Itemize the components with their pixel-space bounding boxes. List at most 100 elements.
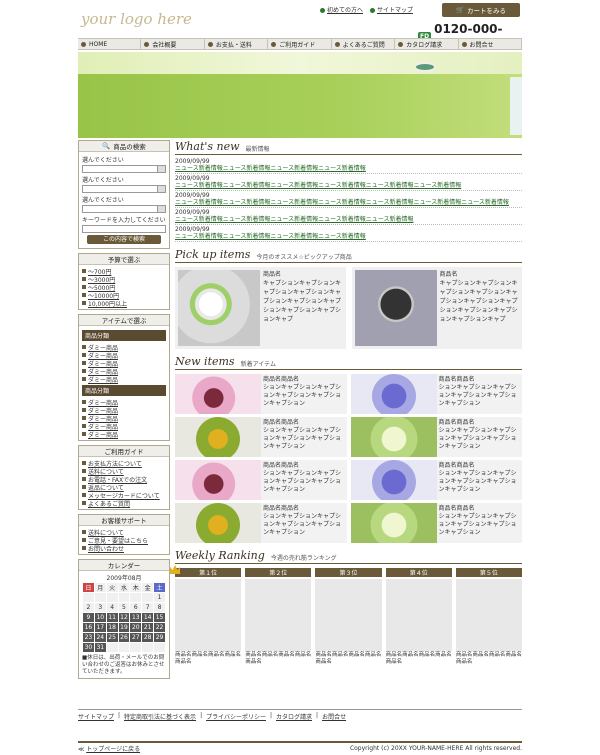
new-item[interactable]: 商品名商品名 ションキャプションキャプションキャプションキャプションキャプション — [350, 374, 522, 414]
support-link[interactable]: お問い合わせ — [82, 544, 166, 553]
calendar-day: 19 — [117, 622, 131, 633]
calendar-day: 2 — [82, 602, 95, 613]
support-box: お客様サポート 送料について ご意見・要望はこちら お問い合わせ — [78, 514, 170, 555]
news-link[interactable]: ニュース新着情報ニュース新着情報ニュース新着情報ニュース新着情報 — [175, 165, 522, 174]
rank-item[interactable]: 第２位 商品名商品名商品名商品名商品名 — [245, 568, 312, 666]
new-item[interactable]: 商品名商品名 ションキャプションキャプションキャプションキャプションキャプション — [350, 460, 522, 500]
rank-item[interactable]: 第３位 商品名商品名商品名商品名商品名 — [315, 568, 382, 666]
footer-law-link[interactable]: 特定商取引法に基づく表示 — [124, 712, 196, 721]
calendar-day: 31 — [93, 642, 107, 653]
rank-image[interactable] — [315, 579, 382, 651]
search-box-title: 商品の検索 — [113, 143, 146, 151]
product-image[interactable] — [178, 270, 260, 346]
new-item[interactable]: 商品名商品名 ションキャプションキャプションキャプションキャプションキャプション — [350, 503, 522, 543]
product-image[interactable] — [175, 460, 261, 500]
nav-catalog[interactable]: カタログ請求 — [395, 39, 459, 49]
new-item[interactable]: 商品名商品名 ションキャプションキャプションキャプションキャプションキャプション — [350, 417, 522, 457]
bottom-bar: ≪ トップページに戻る Copyright (c) 20XX YOUR-NAME… — [78, 741, 522, 753]
budget-item[interactable]: 10,000円以上 — [82, 299, 166, 308]
search-box-header: 🔍 商品の検索 — [79, 141, 169, 152]
news-link[interactable]: ニュース新着情報ニュース新着情報ニュース新着情報ニュース新着情報 — [175, 233, 522, 242]
news-date: 2009/09/99 — [175, 209, 210, 216]
new-item[interactable]: 商品名商品名 ションキャプションキャプションキャプションキャプションキャプション — [175, 417, 347, 457]
nav-home[interactable]: HOME — [78, 39, 142, 49]
ranking-subtitle: 今週の売れ筋ランキング — [270, 555, 337, 562]
product-image[interactable] — [175, 417, 261, 457]
rank-item[interactable]: 第５位商品名商品名商品名商品名商品名 — [455, 568, 523, 666]
cart-label: カートをみる — [467, 7, 507, 15]
rank-caption[interactable]: 商品名商品名商品名商品名商品名 — [315, 652, 381, 666]
product-image[interactable] — [175, 503, 261, 543]
calendar-day: 3 — [93, 602, 107, 613]
product-image[interactable] — [350, 503, 437, 543]
product-name: 商品名商品名 — [438, 462, 475, 469]
search-icon: 🔍 — [102, 142, 111, 150]
nav-contact[interactable]: お問合せ — [459, 39, 522, 49]
rank-label: 第５位 — [455, 568, 523, 577]
nav-payment[interactable]: お支払・送料 — [205, 39, 269, 49]
rank-caption[interactable]: 商品名商品名商品名商品名商品名 — [456, 652, 522, 666]
product-image[interactable] — [350, 417, 437, 457]
pickup-header: Pick up items 今月のオススメ☆ピックアップ商品 — [175, 248, 522, 263]
bullet-icon — [82, 293, 86, 297]
bullet-icon — [82, 353, 86, 357]
new-item[interactable]: 商品名商品名 ションキャプションキャプションキャプションキャプションキャプション — [175, 460, 347, 500]
pickup-item[interactable]: 商品名 キャプションキャプションキャプションキャプションキャプションキャプションキ… — [175, 267, 346, 349]
calendar-day — [105, 642, 119, 653]
back-to-top-link[interactable]: ≪ トップページに戻る — [78, 744, 140, 753]
calendar-day — [141, 642, 155, 653]
news-link[interactable]: ニュース新着情報ニュース新着情報ニュース新着情報ニュース新着情報ニュース新着情報… — [175, 199, 522, 208]
rank-image[interactable] — [385, 579, 452, 651]
footer-contact-link[interactable]: お問合せ — [322, 712, 346, 721]
news-date: 2009/09/99 — [175, 226, 210, 233]
nav-guide[interactable]: ご利用ガイド — [268, 39, 332, 49]
product-image[interactable] — [350, 460, 437, 500]
bullet-icon — [82, 493, 86, 497]
search-select-1[interactable] — [82, 165, 166, 173]
arrow-icon — [81, 41, 86, 47]
search-button[interactable]: この内容で検索 — [87, 235, 161, 244]
rank-image[interactable] — [455, 579, 523, 651]
item-link[interactable]: ダミー商品 — [82, 430, 166, 439]
footer-catalog-link[interactable]: カタログ請求 — [276, 712, 312, 721]
cart-button[interactable]: 🛒 カートをみる — [442, 3, 520, 17]
rank-image[interactable] — [245, 579, 312, 651]
arrow-icon — [207, 41, 213, 47]
search-box: 🔍 商品の検索 選んでください 選んでください 選んでください キーワードを入力し… — [78, 140, 170, 249]
product-image[interactable] — [354, 270, 437, 346]
calendar-day: 21 — [141, 622, 155, 633]
guide-link[interactable]: よくあるご質問 — [82, 499, 166, 508]
nav-company[interactable]: 会社概要 — [141, 39, 205, 49]
new-item[interactable]: 商品名商品名 ションキャプションキャプションキャプションキャプションキャプション — [175, 374, 347, 414]
news-link[interactable]: ニュース新着情報ニュース新着情報ニュース新着情報ニュース新着情報ニュース新着情報 — [175, 216, 522, 225]
calendar-day — [141, 592, 155, 603]
product-image[interactable] — [175, 374, 261, 414]
new-item[interactable]: 商品名商品名 ションキャプションキャプションキャプションキャプションキャプション — [175, 503, 347, 543]
page-wrapper: your logo here 初めての方へ サイトマップ 🛒 カートをみる FD 0… — [78, 0, 523, 755]
bullet-icon — [82, 530, 86, 534]
site-logo[interactable]: your logo here — [81, 10, 192, 28]
rank-image[interactable] — [175, 579, 242, 651]
product-image[interactable] — [350, 374, 437, 414]
news-link[interactable]: ニュース新着情報ニュース新着情報ニュース新着情報ニュース新着情報ニュース新着情報… — [175, 182, 522, 191]
footer-sitemap-link[interactable]: サイトマップ — [78, 712, 114, 721]
footer-privacy-link[interactable]: プライバシーポリシー — [206, 712, 266, 721]
search-select-3[interactable] — [82, 205, 166, 213]
rank-caption[interactable]: 商品名商品名商品名商品名商品名 — [245, 652, 311, 666]
rank-caption[interactable]: 商品名商品名商品名商品名商品名 — [386, 652, 452, 666]
search-select-2[interactable] — [82, 185, 166, 193]
news-date: 2009/09/99 — [175, 192, 210, 199]
keyword-input[interactable] — [82, 225, 166, 233]
rank-caption[interactable]: 商品名商品名商品名商品名商品名 — [175, 652, 241, 666]
item-link[interactable]: ダミー商品 — [82, 375, 166, 384]
product-name: 商品名商品名 — [438, 505, 475, 512]
item-box-title: アイテムで選ぶ — [79, 315, 169, 326]
calendar-title: カレンダー — [79, 560, 169, 571]
first-time-link[interactable]: 初めての方へ — [320, 7, 363, 14]
rank-item[interactable]: 第１位 商品名商品名商品名商品名商品名 — [170, 565, 242, 666]
bullet-icon — [82, 461, 86, 465]
pickup-item[interactable]: 商品名 キャプションキャプションキャプションキャプションキャプションキャプションキ… — [351, 267, 522, 349]
sitemap-link[interactable]: サイトマップ — [369, 7, 413, 14]
rank-item[interactable]: 第４位 商品名商品名商品名商品名商品名 — [385, 568, 452, 666]
nav-faq[interactable]: よくあるご質問 — [332, 39, 396, 49]
